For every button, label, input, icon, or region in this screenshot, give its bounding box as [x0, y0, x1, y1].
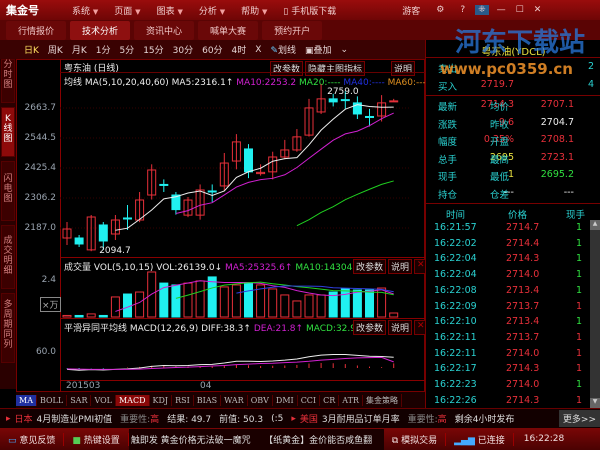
clock: 16:22:28	[523, 434, 565, 444]
indicator-tab[interactable]: ATR	[339, 394, 363, 406]
news-scroll[interactable]: 触即发 黄金价格无法破一魔咒 【纸黄金】金价能否咸鱼翻	[128, 428, 384, 450]
indicator-tab[interactable]: CR	[320, 394, 340, 406]
news-ticker[interactable]: ▸ 日本 4月制造业PMI初值 重要性: 高 结果: 49.7 前值: 50.3 (:…	[0, 408, 600, 428]
gear-icon[interactable]: ⚙	[436, 5, 444, 15]
volume-bar	[135, 291, 145, 318]
keyboard-icon: ■	[72, 435, 81, 446]
indicator-tab[interactable]: RSI	[172, 394, 194, 406]
candle	[123, 217, 132, 220]
sim-trade-button[interactable]: ⧉ 模拟交易	[384, 432, 447, 446]
volume-bar	[183, 282, 193, 318]
status-bar: ▭ 意见反馈 ■ 热键设置 触即发 黄金价格无法破一魔咒 【纸黄金】金价能否咸鱼…	[0, 428, 600, 450]
indicator-tab[interactable]: SAR	[67, 394, 92, 406]
ma20-line	[296, 180, 394, 227]
volume-bar	[110, 296, 120, 318]
volume-bar	[352, 289, 362, 318]
volume-bar	[86, 313, 96, 318]
sell-label: 卖出	[438, 64, 458, 75]
indicator-tab[interactable]: 集金策略	[363, 393, 402, 407]
close-icon[interactable]: ✕	[534, 5, 542, 15]
candle	[98, 224, 108, 242]
volume-bar	[316, 294, 326, 318]
volume-bar	[98, 314, 108, 318]
indicator-tabs: MA BOLL SAR VOL MACD KDJ RSI BIAS WAR OBV DMI CCI CR…	[16, 392, 425, 408]
candle	[244, 148, 253, 173]
candle	[74, 237, 84, 245]
more-news-button[interactable]: 更多>>	[558, 410, 600, 427]
candle	[340, 99, 350, 102]
fullscreen-icon[interactable]: ⁜	[475, 5, 489, 15]
vol-ma5-line	[115, 280, 394, 312]
indicator-tab[interactable]: BOLL	[37, 394, 68, 406]
indicator-tab[interactable]: KDJ	[150, 394, 173, 406]
signal-icon: ▂▄▆	[454, 435, 475, 446]
scroll-up-icon[interactable]: ▲	[590, 220, 600, 230]
volume-bar	[365, 289, 374, 318]
quote-value: 2707.1	[540, 99, 574, 110]
indicator-tab[interactable]: MA	[16, 394, 37, 406]
buy-qty: 4	[587, 79, 594, 90]
volume-bar	[340, 288, 350, 318]
minimize-icon[interactable]: —	[497, 5, 506, 15]
sim-icon: ⧉	[391, 435, 399, 446]
indicator-tab[interactable]: BIAS	[194, 394, 222, 406]
candle	[159, 183, 169, 186]
hotkey-button[interactable]: ■ 热键设置	[64, 432, 129, 446]
kline-chart[interactable]: 2759.0 2094.7	[0, 0, 425, 392]
quote-value: ---	[563, 186, 574, 198]
high-price-label: 2759.0	[327, 87, 359, 97]
candle	[207, 190, 217, 193]
quote-value: 2704.7	[540, 116, 574, 128]
help-icon[interactable]: ?	[460, 5, 465, 15]
indicator-tab[interactable]: CCI	[298, 394, 321, 406]
tick-scrollbar[interactable]: ▲ ▼	[590, 220, 600, 408]
quote-symbol: 粤东油(YDCL)	[481, 47, 546, 58]
col-qty: 现手	[566, 210, 586, 221]
candle	[328, 98, 338, 103]
volume-bar	[207, 276, 217, 318]
volume-bar	[231, 284, 241, 318]
volume-bar	[123, 293, 132, 318]
volume-bar	[171, 284, 181, 318]
col-time: 时间	[446, 210, 466, 221]
sell-qty: 2	[587, 61, 594, 72]
quote-panel: 粤东油(YDCL) 卖出 2 买入 2719.7 4 最新 2714.3 均价 270…	[425, 40, 600, 408]
volume-bar	[280, 294, 290, 318]
maximize-icon[interactable]: ☐	[516, 5, 524, 15]
indicator-tab[interactable]: MACD	[115, 394, 150, 406]
chat-icon: ▭	[8, 435, 17, 446]
volume-bar	[219, 286, 229, 318]
volume-bar	[292, 300, 302, 318]
indicator-tab[interactable]: VOL	[91, 394, 116, 406]
buy-price: 2719.7	[480, 79, 514, 90]
ma10-line	[175, 112, 394, 214]
candle	[365, 115, 374, 118]
volume-bar	[62, 314, 72, 318]
quote-value: 2708.1	[540, 134, 574, 145]
diff-line	[66, 354, 394, 371]
quote-value: 2723.1	[540, 151, 574, 163]
dea-line	[66, 356, 394, 370]
indicator-tab[interactable]: WAR	[221, 394, 248, 406]
connection-status: ▂▄▆ 已连接	[446, 432, 514, 446]
low-price-label: 2094.7	[99, 246, 131, 256]
indicator-tab[interactable]: DMI	[273, 394, 298, 406]
volume-bar	[195, 280, 205, 318]
scroll-down-icon[interactable]: ▼	[590, 398, 600, 408]
candle	[389, 100, 399, 103]
volume-bar	[389, 312, 399, 318]
volume-bar	[268, 288, 278, 318]
ma5-line	[115, 104, 394, 231]
volume-bar	[74, 314, 84, 318]
feedback-button[interactable]: ▭ 意见反馈	[0, 432, 65, 446]
indicator-tab[interactable]: OBV	[248, 394, 273, 406]
quote-value: 2695.2	[540, 169, 574, 180]
volume-bar	[304, 294, 314, 318]
volume-bar	[244, 282, 253, 318]
col-price: 价格	[508, 210, 528, 221]
